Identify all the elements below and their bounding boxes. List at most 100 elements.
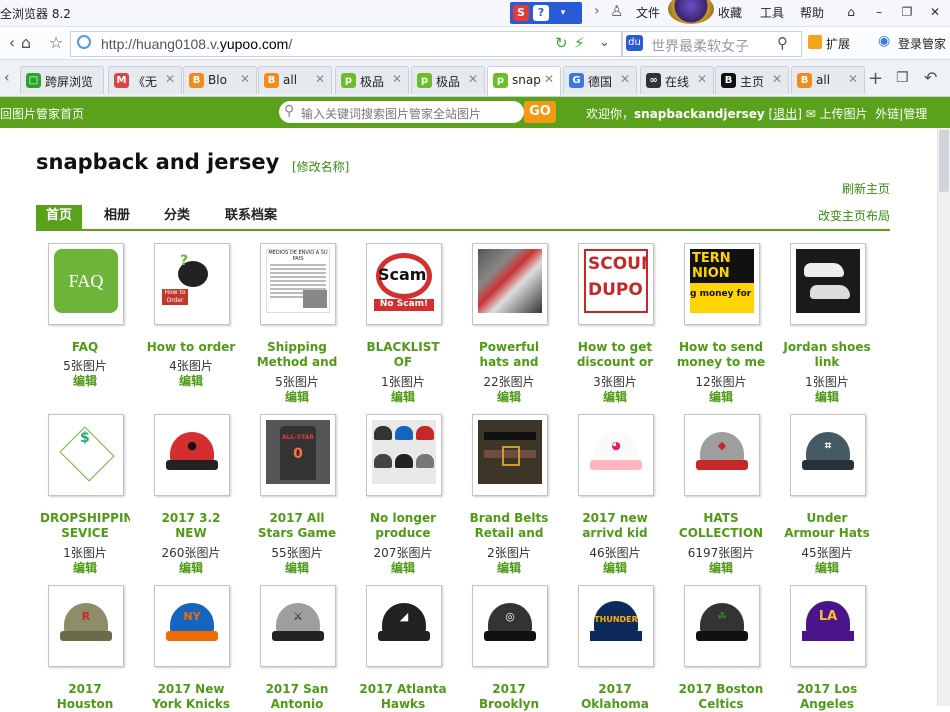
tab-close-icon[interactable]: ✕ — [772, 72, 782, 86]
album-title[interactable]: Powerful hats and jersey seller — [464, 340, 554, 370]
home-link[interactable]: 回图片管家首页 — [0, 105, 84, 122]
login-icon[interactable]: ◉ — [878, 33, 890, 49]
album-title[interactable]: 2017 Atlanta Hawks — [358, 682, 448, 712]
album-title[interactable]: BLACKLIST OF SCAMMER OR CHEATER — [358, 340, 448, 370]
tab-close-icon[interactable]: ✕ — [620, 72, 630, 86]
browser-tab[interactable]: p 极品 ✕ — [411, 66, 485, 94]
go-button[interactable]: GO — [524, 101, 556, 123]
album-thumbnail[interactable]: THUNDER — [578, 585, 654, 667]
album-edit-link[interactable]: 编辑 — [358, 559, 448, 576]
home-icon[interactable]: ⌂ — [16, 33, 36, 53]
browser-tab[interactable]: p snap ✕ — [487, 66, 561, 96]
album-edit-link[interactable]: 编辑 — [464, 388, 554, 405]
logout-link[interactable]: [退出] — [769, 107, 802, 121]
browser-tab[interactable]: □ 跨屏浏览 — [20, 66, 104, 94]
browser-tab[interactable]: G 德国 ✕ — [563, 66, 637, 94]
extend-icon[interactable] — [808, 35, 822, 49]
user-icon[interactable]: ♙ — [610, 2, 623, 20]
album-thumbnail[interactable]: ● — [154, 414, 230, 496]
browser-tab[interactable]: Ball ✕ — [791, 66, 865, 94]
help-icon[interactable]: ? — [533, 5, 549, 21]
album-title[interactable]: 2017 Brooklyn Nets — [464, 682, 554, 712]
album-title[interactable]: 2017 San Antonio Spurs — [252, 682, 342, 712]
links-manage[interactable]: 外链|管理 — [875, 107, 927, 121]
login-button[interactable]: 登录管家 — [898, 35, 946, 52]
refresh-home-link[interactable]: 刷新主页 — [842, 180, 890, 197]
album-thumbnail[interactable]: ◎ — [472, 585, 548, 667]
album-title[interactable]: Brand Belts Retail and Wholesale — [464, 511, 554, 541]
menu-tools[interactable]: 工具 — [760, 4, 784, 21]
album-thumbnail[interactable]: FAQ — [48, 243, 124, 325]
album-thumbnail[interactable]: ◢ — [366, 585, 442, 667]
album-thumbnail[interactable]: ⚔ — [260, 585, 336, 667]
tab-close-icon[interactable]: ✕ — [544, 72, 554, 86]
album-edit-link[interactable]: 编辑 — [464, 559, 554, 576]
new-tab-icon[interactable]: + — [868, 68, 883, 89]
minimize-icon[interactable]: – — [868, 3, 890, 21]
tab-scroll-left-icon[interactable]: ‹ — [4, 70, 10, 86]
search-icon[interactable]: ⚲ — [777, 34, 788, 52]
album-title[interactable]: 2017 New York Knicks — [146, 682, 236, 712]
album-edit-link[interactable]: 编辑 — [358, 388, 448, 405]
extend-button[interactable]: 扩展 — [826, 35, 850, 52]
album-title[interactable]: HATS COLLECTION — [676, 511, 766, 541]
dropdown-icon[interactable]: ▾ — [555, 5, 571, 21]
album-title[interactable]: How to order — [146, 340, 236, 356]
avatar[interactable] — [668, 0, 714, 24]
album-thumbnail[interactable]: ⌗ — [790, 414, 866, 496]
upload-link[interactable]: 上传图片 — [820, 107, 868, 121]
album-thumbnail[interactable]: ☘ — [684, 585, 760, 667]
album-thumbnail[interactable] — [472, 414, 548, 496]
tab-close-icon[interactable]: ✕ — [468, 72, 478, 86]
album-edit-link[interactable]: 编辑 — [146, 559, 236, 576]
scrollbar[interactable] — [937, 128, 950, 706]
album-edit-link[interactable]: 编辑 — [252, 388, 342, 405]
album-thumbnail[interactable]: ALL-STAR 0 — [260, 414, 336, 496]
sogou-icon[interactable]: S — [513, 5, 529, 21]
menu-file[interactable]: 文件 — [636, 4, 660, 21]
album-title[interactable]: 2017 Los Angeles Lakers — [782, 682, 872, 712]
album-title[interactable]: FAQ — [40, 340, 130, 356]
tab-close-icon[interactable]: ✕ — [240, 72, 250, 86]
lightning-icon[interactable]: ⚡ — [574, 34, 585, 52]
album-title[interactable]: Jordan shoes link — [782, 340, 872, 370]
browser-tab[interactable]: B Blo ✕ — [183, 66, 257, 94]
undo-close-icon[interactable]: ↶ — [924, 68, 937, 87]
album-title[interactable]: How to send money to me — [676, 340, 766, 370]
scrollbar-thumb[interactable] — [939, 130, 949, 192]
album-title[interactable]: Under Armour Hats — [782, 511, 872, 541]
search-input[interactable]: du 世界最柔软女子 ⚲ — [622, 31, 802, 57]
album-thumbnail[interactable]: How to Order? — [154, 243, 230, 325]
browser-tab[interactable]: Ball ✕ — [258, 66, 332, 94]
album-edit-link[interactable]: 编辑 — [676, 559, 766, 576]
star-icon[interactable]: ☆ — [46, 33, 66, 53]
refresh-icon[interactable]: ↻ — [555, 34, 568, 52]
album-thumbnail[interactable] — [790, 243, 866, 325]
tab-contact[interactable]: 联系档案 — [225, 205, 277, 229]
album-title[interactable]: 2017 Boston Celtics — [676, 682, 766, 712]
album-thumbnail[interactable]: Scam No Scam! — [366, 243, 442, 325]
menu-favorites[interactable]: 收藏 — [718, 4, 742, 21]
album-title[interactable]: 2017 Oklahoma Thunder — [570, 682, 660, 712]
album-thumbnail[interactable]: SCOUNDUPO — [578, 243, 654, 325]
album-thumbnail[interactable]: ◕ — [578, 414, 654, 496]
chevron-right-icon[interactable]: › — [594, 3, 600, 19]
album-title[interactable]: No longer produce style — [358, 511, 448, 541]
mail-icon[interactable]: ✉ — [806, 107, 816, 121]
browser-tab[interactable]: M 《无 ✕ — [108, 66, 182, 94]
tab-list-icon[interactable]: ❐ — [896, 70, 909, 86]
album-thumbnail[interactable]: NY — [154, 585, 230, 667]
browser-tab[interactable]: ∞ 在线 ✕ — [640, 66, 714, 94]
tab-categories[interactable]: 分类 — [164, 205, 190, 229]
tab-home[interactable]: 首页 — [36, 205, 83, 229]
album-edit-link[interactable]: 编辑 — [782, 559, 872, 576]
tab-close-icon[interactable]: ✕ — [392, 72, 402, 86]
album-title[interactable]: 2017 All Stars Game Jerseys — [252, 511, 342, 541]
album-edit-link[interactable]: 编辑 — [570, 559, 660, 576]
album-edit-link[interactable]: 编辑 — [782, 388, 872, 405]
browser-tab[interactable]: p 极品 ✕ — [335, 66, 409, 94]
album-thumbnail[interactable] — [366, 414, 442, 496]
tab-close-icon[interactable]: ✕ — [697, 72, 707, 86]
browser-tab[interactable]: B 主页 ✕ — [715, 66, 789, 94]
tab-close-icon[interactable]: ✕ — [315, 72, 325, 86]
